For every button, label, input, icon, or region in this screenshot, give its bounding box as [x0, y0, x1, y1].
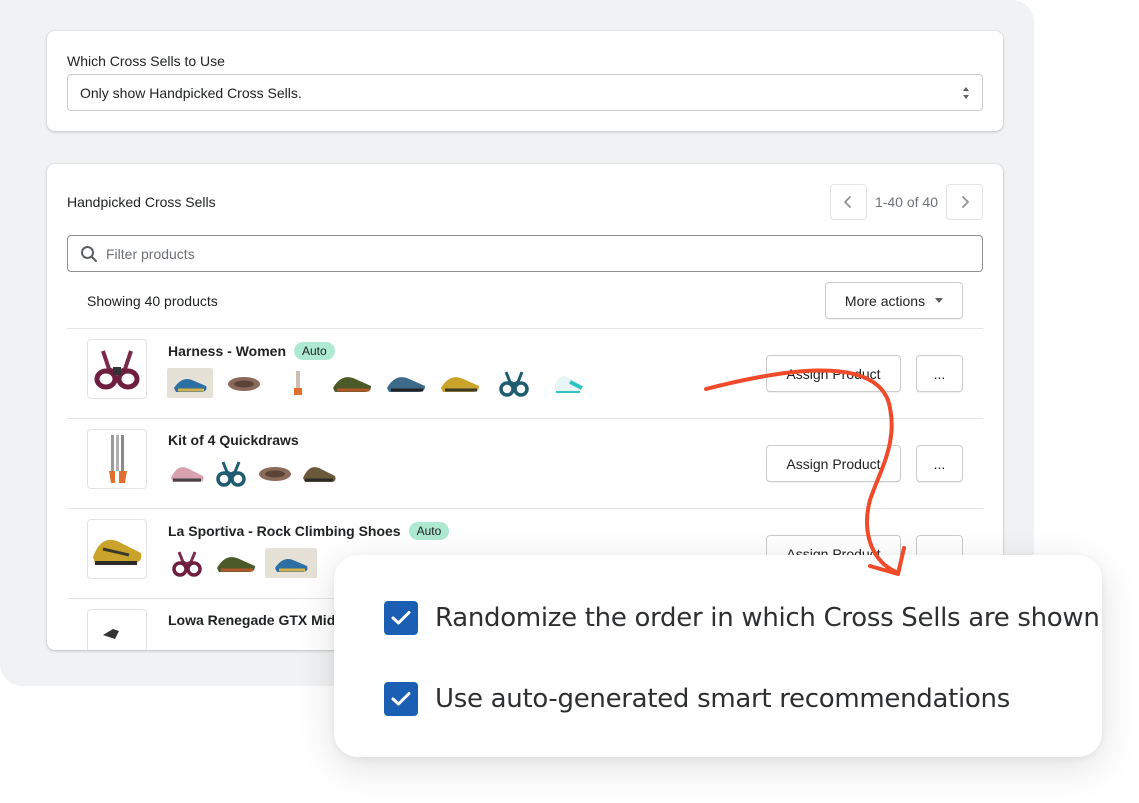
smart-recommendations-label: Use auto-generated smart recommendations	[435, 684, 1010, 714]
chevron-right-icon	[961, 196, 969, 208]
product-name-text: La Sportiva - Rock Climbing Shoes	[168, 523, 401, 539]
search-icon	[81, 245, 97, 262]
product-name-text: Harness - Women	[168, 343, 286, 359]
cross-sell-thumbnail	[167, 368, 213, 398]
product-thumbnail	[87, 429, 147, 489]
randomize-option[interactable]: Randomize the order in which Cross Sells…	[384, 601, 1100, 635]
product-name: Harness - Women Auto	[168, 342, 335, 360]
filter-products-input[interactable]: Filter products	[67, 235, 983, 272]
next-page-button[interactable]	[946, 184, 983, 220]
cross-sell-thumbnail	[491, 368, 537, 398]
more-actions-label: More actions	[844, 292, 926, 309]
cross-sell-thumbnail	[329, 368, 375, 398]
product-thumbnail	[87, 339, 147, 399]
cross-sells-select-value: Only show Handpicked Cross Sells.	[80, 84, 302, 101]
select-arrows-icon	[963, 87, 969, 99]
product-name-text: Lowa Renegade GTX Mid	[168, 612, 336, 628]
card-title: Handpicked Cross Sells	[67, 194, 216, 210]
cross-sell-thumbnail	[383, 368, 429, 398]
product-row: Kit of 4 Quickdraws Assign Product ...	[67, 418, 983, 508]
cross-sells-select[interactable]: Only show Handpicked Cross Sells.	[67, 74, 983, 111]
cross-sell-thumbnail	[167, 458, 207, 488]
cross-sell-thumbnail	[545, 368, 591, 398]
cross-sell-thumbnail	[299, 458, 339, 488]
cross-sell-thumbnails	[167, 368, 591, 398]
showing-count: Showing 40 products	[87, 293, 218, 309]
auto-badge: Auto	[408, 522, 450, 540]
product-thumbnail	[87, 519, 147, 579]
pagination-label: 1-40 of 40	[874, 194, 938, 210]
cross-sell-thumbnail	[221, 368, 267, 398]
cross-sell-thumbnail	[275, 368, 321, 398]
cross-sell-thumbnail	[211, 458, 251, 488]
caret-down-icon	[935, 298, 944, 303]
auto-badge: Auto	[294, 342, 335, 360]
product-row: Harness - Women Auto Assign Product ...	[67, 328, 983, 418]
row-more-button[interactable]: ...	[916, 445, 963, 482]
more-actions-button[interactable]: More actions	[825, 282, 963, 319]
chevron-left-icon	[844, 196, 852, 208]
assign-product-button[interactable]: Assign Product	[766, 355, 901, 392]
cross-sell-thumbnail	[437, 368, 483, 398]
pagination: 1-40 of 40	[829, 184, 983, 220]
cross-sells-setting-card: Which Cross Sells to Use Only show Handp…	[47, 31, 1003, 131]
smart-recommendations-option[interactable]: Use auto-generated smart recommendations	[384, 682, 1010, 716]
assign-product-button[interactable]: Assign Product	[766, 445, 901, 482]
checkmark-icon	[391, 692, 411, 706]
smart-recommendations-checkbox[interactable]	[384, 682, 418, 716]
product-name-text: Kit of 4 Quickdraws	[168, 432, 299, 448]
cross-sell-thumbnail	[213, 548, 259, 578]
checkmark-icon	[391, 611, 411, 625]
cross-sells-select-label: Which Cross Sells to Use	[67, 53, 225, 69]
settings-popup: Randomize the order in which Cross Sells…	[334, 555, 1102, 757]
product-name: Kit of 4 Quickdraws	[168, 432, 299, 448]
cross-sell-thumbnail	[265, 548, 317, 578]
product-name: La Sportiva - Rock Climbing Shoes Auto	[168, 522, 450, 540]
cross-sell-thumbnails	[167, 548, 317, 578]
filter-placeholder: Filter products	[106, 245, 195, 262]
cross-sell-thumbnail	[167, 548, 207, 578]
previous-page-button[interactable]	[829, 184, 867, 220]
randomize-checkbox[interactable]	[384, 601, 418, 635]
cross-sell-thumbnail	[255, 458, 295, 488]
product-thumbnail	[87, 609, 147, 650]
product-name: Lowa Renegade GTX Mid	[168, 612, 335, 628]
cross-sell-thumbnails	[167, 458, 339, 488]
randomize-label: Randomize the order in which Cross Sells…	[435, 603, 1100, 633]
row-more-button[interactable]: ...	[916, 355, 963, 392]
